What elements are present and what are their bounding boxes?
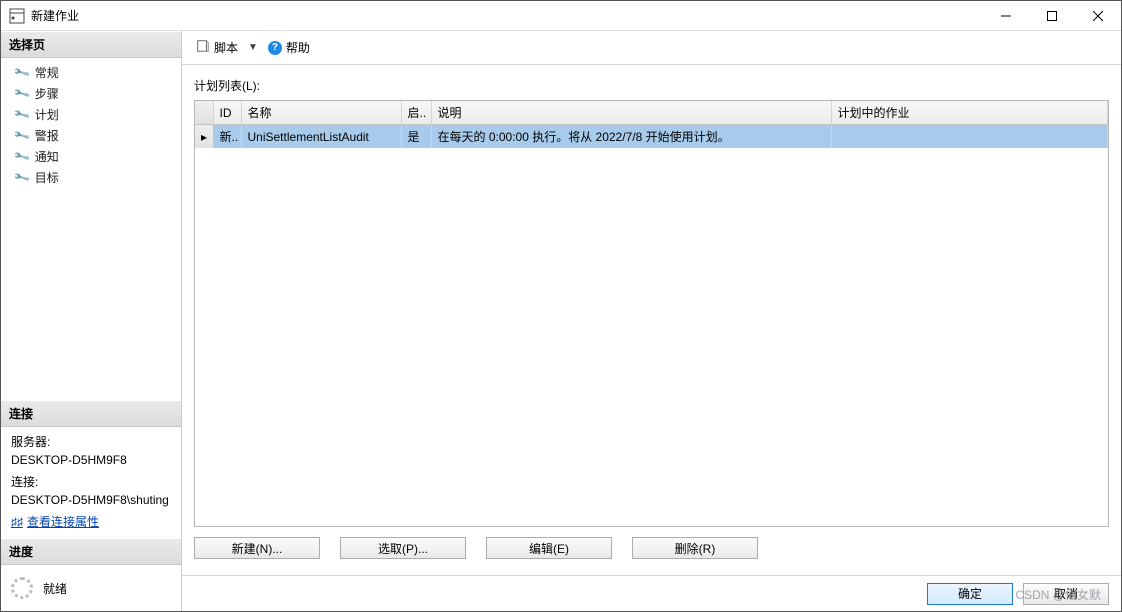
new-button[interactable]: 新建(N)... <box>194 537 320 559</box>
edit-button[interactable]: 编辑(E) <box>486 537 612 559</box>
progress-status: 就绪 <box>43 580 67 597</box>
column-header-schedjob[interactable]: 计划中的作业 <box>831 101 1108 125</box>
help-icon: ? <box>268 41 282 55</box>
ok-button[interactable]: 确定 <box>927 583 1013 605</box>
script-icon <box>196 39 210 56</box>
maximize-button[interactable] <box>1029 1 1075 31</box>
wrench-icon: 🔧 <box>13 147 31 165</box>
titlebar: 新建作业 <box>1 1 1121 31</box>
wrench-icon: 🔧 <box>13 84 31 102</box>
minimize-button[interactable] <box>983 1 1029 31</box>
nav-item-general[interactable]: 🔧常规 <box>1 62 181 83</box>
column-header-desc[interactable]: 说明 <box>431 101 831 125</box>
wrench-icon: 🔧 <box>13 126 31 144</box>
pick-button[interactable]: 选取(P)... <box>340 537 466 559</box>
cell-name[interactable]: UniSettlementListAudit <box>241 125 401 149</box>
select-page-header: 选择页 <box>1 31 181 58</box>
app-icon <box>9 8 25 24</box>
nav-item-steps[interactable]: 🔧步骤 <box>1 83 181 104</box>
main-panel: 脚本 ▼ ? 帮助 计划列表(L): <box>182 31 1121 611</box>
column-header-enabled[interactable]: 启.. <box>401 101 431 125</box>
schedule-list-label: 计划列表(L): <box>194 77 1109 94</box>
cell-desc[interactable]: 在每天的 0:00:00 执行。将从 2022/7/8 开始使用计划。 <box>431 125 831 149</box>
connection-label: 连接: <box>11 473 171 491</box>
help-button[interactable]: ? 帮助 <box>262 37 316 58</box>
close-button[interactable] <box>1075 1 1121 31</box>
wrench-icon: 🔧 <box>13 168 31 186</box>
column-header-name[interactable]: 名称 <box>241 101 401 125</box>
script-button[interactable]: 脚本 <box>190 37 244 58</box>
window-title: 新建作业 <box>31 7 983 24</box>
sidebar: 选择页 🔧常规 🔧步骤 🔧计划 🔧警报 🔧通知 🔧目标 连接 服务器: DESK… <box>1 31 182 611</box>
progress-header: 进度 <box>1 538 181 565</box>
server-label: 服务器: <box>11 433 171 451</box>
nav-item-targets[interactable]: 🔧目标 <box>1 167 181 188</box>
column-header-id[interactable]: ID <box>213 101 241 125</box>
schedule-grid[interactable]: ID 名称 启.. 说明 计划中的作业 ▸ 新.. UniSet <box>194 100 1109 527</box>
connection-header: 连接 <box>1 400 181 427</box>
cell-schedjob[interactable] <box>831 125 1108 149</box>
row-marker[interactable]: ▸ <box>195 125 213 149</box>
script-dropdown[interactable]: ▼ <box>248 42 258 53</box>
server-value: DESKTOP-D5HM9F8 <box>11 451 171 469</box>
nav-item-schedules[interactable]: 🔧计划 <box>1 104 181 125</box>
view-connection-properties-link[interactable]: ♯♯ 查看连接属性 <box>11 513 99 531</box>
window: 新建作业 选择页 🔧常规 🔧步骤 🔧计划 🔧警报 🔧通知 🔧目标 <box>0 0 1122 612</box>
connection-value: DESKTOP-D5HM9F8\shuting <box>11 491 171 509</box>
link-icon: ♯♯ <box>11 513 23 531</box>
column-header-marker[interactable] <box>195 101 213 125</box>
dialog-footer: CSDN @仙女默 确定 取消 <box>182 575 1121 611</box>
progress-spinner-icon <box>11 577 33 599</box>
nav-item-notifications[interactable]: 🔧通知 <box>1 146 181 167</box>
wrench-icon: 🔧 <box>13 63 31 81</box>
nav-list: 🔧常规 🔧步骤 🔧计划 🔧警报 🔧通知 🔧目标 <box>1 58 181 192</box>
nav-item-alerts[interactable]: 🔧警报 <box>1 125 181 146</box>
remove-button[interactable]: 删除(R) <box>632 537 758 559</box>
wrench-icon: 🔧 <box>13 105 31 123</box>
cell-id[interactable]: 新.. <box>213 125 241 149</box>
cell-enabled[interactable]: 是 <box>401 125 431 149</box>
cancel-button[interactable]: 取消 <box>1023 583 1109 605</box>
table-row[interactable]: ▸ 新.. UniSettlementListAudit 是 在每天的 0:00… <box>195 125 1108 149</box>
toolbar: 脚本 ▼ ? 帮助 <box>182 31 1121 65</box>
